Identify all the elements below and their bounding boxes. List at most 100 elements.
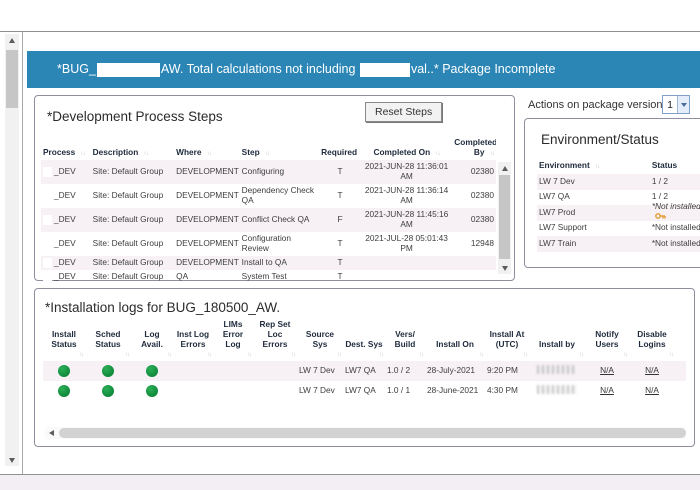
column-header-notify_users[interactable]: Notify Users ↑↓	[585, 328, 629, 361]
sort-icon[interactable]: ↑↓	[392, 351, 425, 359]
column-header-vers_build[interactable]: Vers/ Build ↑↓	[385, 328, 425, 361]
dev-step-row[interactable]: _DEV Site: Default Group DEVELOPMENT Config…	[41, 160, 496, 184]
reset-steps-button[interactable]: Reset Steps	[365, 102, 443, 122]
cell-link[interactable]: N/A	[600, 385, 614, 395]
sort-icon[interactable]: ↑↓	[489, 150, 494, 157]
column-header-rep_set_loc_errors[interactable]: Rep Set Loc Errors ↑↓	[253, 318, 297, 361]
scroll-left-icon[interactable]	[45, 427, 57, 439]
scrollbar-thumb[interactable]	[499, 175, 510, 259]
sort-icon[interactable]: ↑↓	[220, 351, 253, 359]
column-header-label: Process	[43, 147, 76, 158]
column-header-install_by[interactable]: Install by ↑↓	[529, 338, 585, 361]
cell-text: _DEV	[54, 213, 76, 224]
column-header-install_at[interactable]: Install At (UTC) ↑↓	[485, 328, 529, 361]
cell-text: _DEV	[54, 237, 76, 248]
column-header-environment[interactable]: Environment ↑↓	[537, 159, 650, 173]
environment-row[interactable]: LW7 Support *Not installed	[537, 221, 700, 237]
column-header-dest_sys[interactable]: Dest. Sys ↑↓	[343, 338, 385, 361]
sort-icon[interactable]: ↑↓	[636, 351, 675, 359]
environment-row[interactable]: LW 7 Dev 1 / 2	[537, 174, 700, 190]
install-logs-horizontal-scrollbar[interactable]	[45, 427, 686, 439]
environment-row[interactable]: LW7 Train *Not installed	[537, 236, 700, 252]
install-log-row[interactable]: LW 7 Dev LW7 QA 1.0 / 1 28-June-2021 4:30 PM…	[43, 381, 686, 401]
sort-icon[interactable]: ↑↓	[138, 351, 173, 359]
sort-icon[interactable]: ↑↓	[80, 150, 85, 157]
column-header-source_sys[interactable]: Source Sys ↑↓	[297, 328, 343, 361]
cell-status: *Not installed	[650, 237, 700, 251]
column-header-sched_status[interactable]: Sched Status ↑↓	[85, 328, 131, 361]
column-header-log_avail[interactable]: Log Avail. ↑↓	[131, 328, 173, 361]
cell-environment: LW7 Support	[539, 222, 587, 233]
cell-link[interactable]: N/A	[645, 365, 659, 375]
sort-icon[interactable]: ↑↓	[592, 351, 629, 359]
install-log-row[interactable]: LW 7 Dev LW7 QA 1.0 / 2 28-July-2021 9:20 PM…	[43, 361, 686, 381]
column-header-status[interactable]: Status	[650, 159, 700, 173]
sort-icon[interactable]: ↑↓	[432, 351, 485, 359]
sort-icon[interactable]: ↑↓	[260, 351, 297, 359]
dev-step-row[interactable]: _DEV Site: Default Group DEVELOPMENT Config…	[41, 232, 496, 256]
cell-dest_sys: LW7 QA	[345, 365, 376, 376]
sort-icon[interactable]: ↑↓	[143, 150, 148, 157]
dev-step-row[interactable]: _DEV Site: Default Group QA System Test T	[41, 270, 496, 284]
column-header-step[interactable]: Step ↑↓	[240, 146, 319, 160]
dev-step-row[interactable]: _DEV Site: Default Group DEVELOPMENT Instal…	[41, 255, 496, 270]
outer-vertical-scrollbar[interactable]	[5, 34, 19, 466]
sort-icon[interactable]: ↑↓	[265, 150, 270, 157]
chevron-down-icon[interactable]	[677, 96, 689, 113]
column-header-completed_by[interactable]: Completed By ↑↓	[452, 136, 496, 160]
column-header-install_status[interactable]: Install Status ↑↓	[43, 328, 85, 361]
column-header-label: Environment	[539, 159, 590, 170]
cell-completed_on: 2021-JUN-28 11:45:16 AM	[364, 208, 449, 229]
sort-icon[interactable]: ↑↓	[435, 150, 440, 157]
scrollbar-thumb[interactable]	[6, 50, 18, 108]
cell-source_sys: LW 7 Dev	[299, 365, 335, 376]
column-header-process[interactable]: Process ↑↓	[41, 146, 91, 160]
dev-steps-table: Process ↑↓ Description ↑↓ Where ↑↓ Step ↑↓ Requi…	[41, 130, 496, 284]
scroll-up-icon[interactable]	[5, 34, 19, 46]
sort-icon[interactable]: ↑↓	[206, 150, 211, 157]
column-header-inst_log_errors[interactable]: Inst Log Errors ↑↓	[173, 328, 213, 361]
scroll-up-icon[interactable]	[498, 162, 511, 174]
column-header-disable_logins[interactable]: Disable Logins ↑↓	[629, 328, 675, 361]
column-header-label: Install Status	[51, 329, 77, 350]
scroll-down-icon[interactable]	[5, 454, 19, 466]
redaction-box	[43, 190, 52, 201]
cell-description: Site: Default Group	[92, 165, 164, 176]
sort-icon[interactable]: ↑↓	[595, 163, 600, 170]
column-header-description[interactable]: Description ↑↓	[91, 146, 174, 160]
sort-icon[interactable]: ↑↓	[492, 351, 529, 359]
column-header-lims_error_log[interactable]: LIMs Error Log ↑↓	[213, 318, 253, 361]
cell-link[interactable]: N/A	[645, 385, 659, 395]
status-green-dot-icon	[146, 385, 158, 397]
dev-step-row[interactable]: _DEV Site: Default Group DEVELOPMENT Confli…	[41, 207, 496, 232]
cell-inst_log_errors	[173, 389, 213, 393]
redaction-box	[43, 238, 52, 249]
scroll-down-icon[interactable]	[498, 262, 511, 274]
environment-row[interactable]: LW7 Prod *Not installed	[537, 201, 700, 221]
column-header-required[interactable]: Required↑↓	[319, 146, 361, 160]
package-version-select[interactable]: 1	[662, 95, 690, 114]
sort-icon[interactable]: ↑↓	[304, 351, 343, 359]
sort-icon[interactable]: ↑↓	[536, 351, 585, 359]
dev-step-row[interactable]: _DEV Site: Default Group DEVELOPMENT Depend…	[41, 184, 496, 208]
column-header-install_on[interactable]: Install On ↑↓	[425, 338, 485, 361]
cell-text: _DEV	[54, 189, 76, 200]
sort-icon[interactable]: ↑↓	[350, 351, 385, 359]
cell-link[interactable]: N/A	[600, 365, 614, 375]
cell-completed_on	[361, 261, 452, 265]
cell-process: _DEV	[41, 270, 91, 284]
column-header-completed_on[interactable]: Completed On ↑↓	[361, 146, 452, 160]
column-header-label: Inst Log Errors	[176, 329, 210, 350]
dev-table-scrollbar[interactable]	[498, 162, 511, 274]
sort-icon[interactable]: ↑↓	[92, 351, 131, 359]
column-header-where[interactable]: Where ↑↓	[174, 146, 240, 160]
redaction-box	[359, 62, 410, 77]
cell-rep_set_loc_errors	[253, 389, 297, 393]
scrollbar-thumb[interactable]	[59, 428, 686, 438]
sort-icon[interactable]: ↑↓	[180, 351, 213, 359]
cell-completed_on	[361, 275, 452, 279]
cell-install_at: 9:20 PM	[487, 365, 518, 376]
cell-vers_build: 1.0 / 2	[387, 365, 411, 376]
sort-icon[interactable]: ↑↓	[50, 351, 85, 359]
column-header-label: LIMs Error Log	[222, 319, 244, 350]
